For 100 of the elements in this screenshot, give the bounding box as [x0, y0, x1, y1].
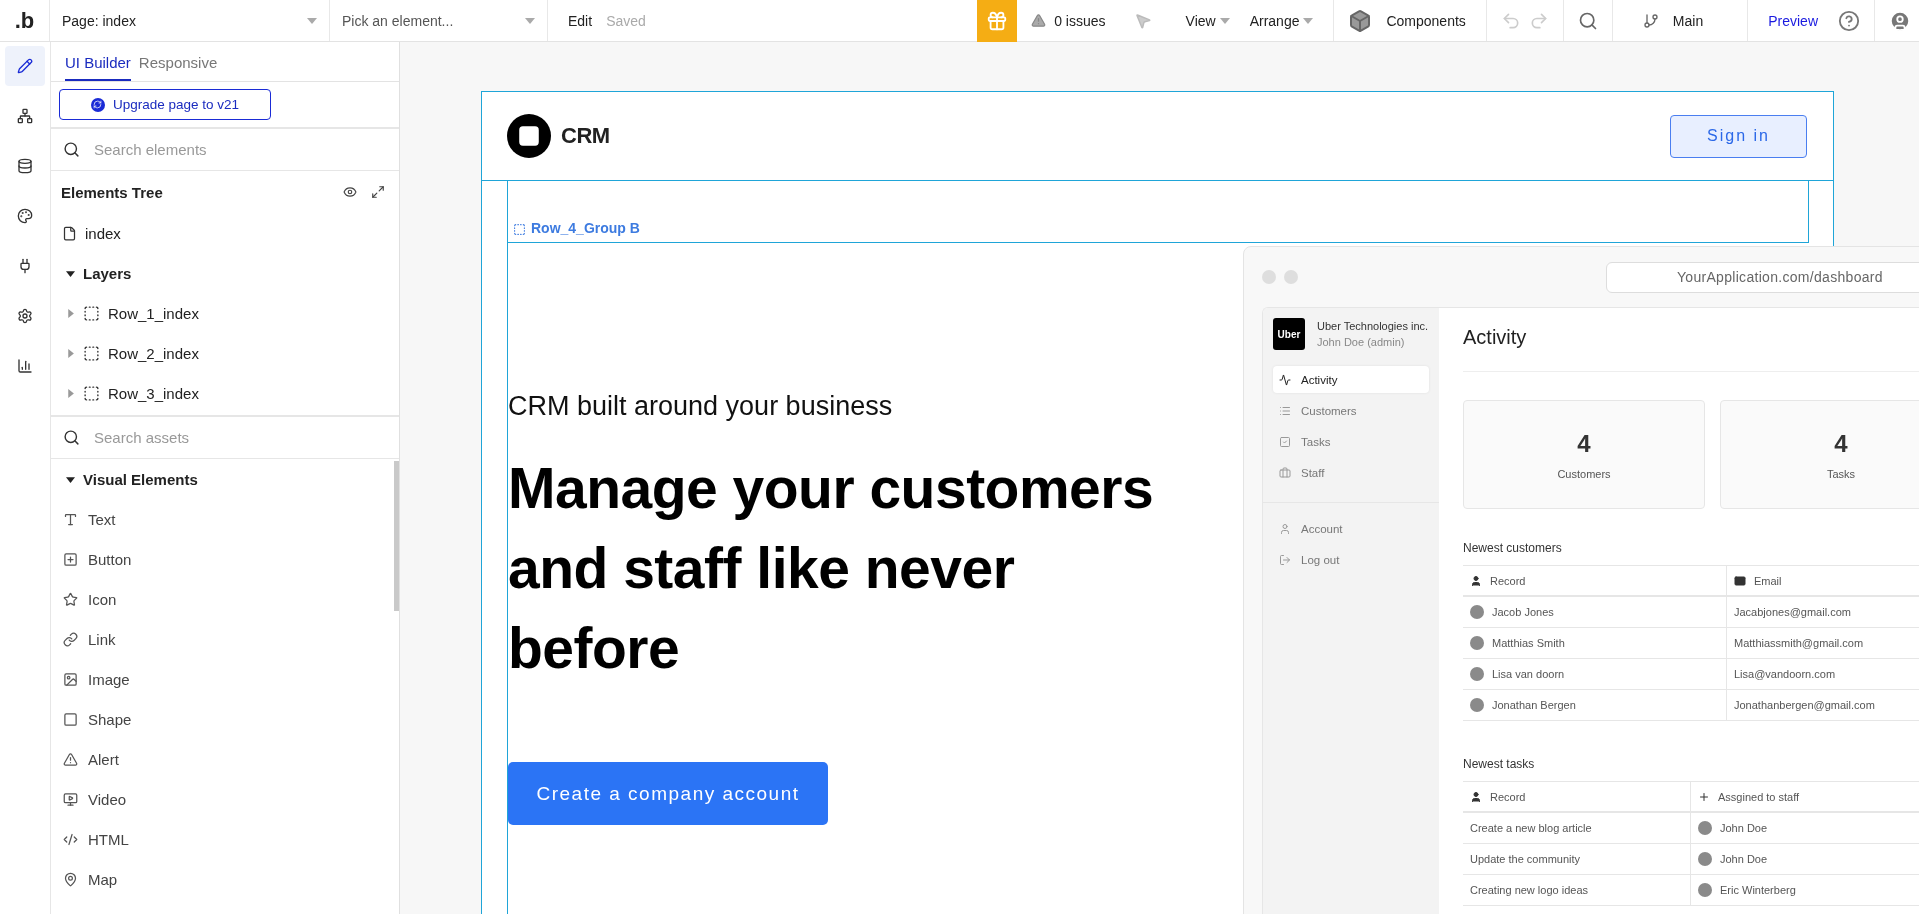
search-icon	[63, 429, 80, 446]
group-icon	[83, 384, 100, 402]
list-icon	[1279, 404, 1291, 417]
table-cell: Creating new logo ideas	[1463, 875, 1691, 906]
file-icon	[62, 225, 77, 241]
table-cell: John Doe	[1691, 813, 1919, 844]
search-assets-field[interactable]: Search assets	[92, 428, 387, 447]
caret-icon	[525, 17, 535, 24]
edit-button[interactable]: Edit	[562, 12, 599, 29]
plus-icon	[1698, 790, 1710, 803]
hero-eyebrow: CRM built around your business	[508, 391, 894, 422]
asset-item[interactable]: Text	[88, 510, 116, 528]
scrollbar-thumb[interactable]	[394, 461, 399, 611]
tree-item[interactable]: Row_2_index	[108, 344, 199, 362]
nav-item[interactable]: Tasks	[1273, 428, 1429, 455]
table-cell: Jonathan Bergen	[1463, 690, 1727, 721]
group-icon	[513, 223, 526, 236]
dashboard-title: Activity	[1463, 326, 1919, 372]
button-icon	[63, 551, 78, 567]
branch-button[interactable]: Main	[1666, 12, 1710, 29]
caret-icon[interactable]	[66, 268, 75, 278]
asset-item[interactable]: Video	[88, 790, 127, 808]
category-heading[interactable]: Visual Elements	[83, 470, 198, 488]
logout-icon	[1279, 553, 1291, 566]
company-logo: Uber	[1273, 318, 1305, 350]
caret-icon[interactable]	[66, 474, 75, 484]
search-icon	[63, 141, 80, 158]
window-dot	[1262, 270, 1276, 284]
column-header: Email	[1727, 566, 1919, 597]
stat-value: 4	[1834, 429, 1848, 458]
nav-item[interactable]: Account	[1273, 515, 1429, 542]
sign-in-button[interactable]: Sign in	[1670, 114, 1807, 158]
create-account-button[interactable]: Create a company account	[508, 762, 828, 825]
page-selector[interactable]: Page: index	[50, 0, 330, 41]
asset-item[interactable]: Image	[88, 670, 130, 688]
eye-icon[interactable]	[343, 185, 357, 199]
search-icon[interactable]	[1577, 10, 1598, 31]
upgrade-button[interactable]: Upgrade page to v21	[59, 89, 271, 120]
tree-item[interactable]: index	[85, 224, 121, 242]
search-elements-field[interactable]: Search elements	[92, 140, 387, 159]
window-dot	[1284, 270, 1298, 284]
column-header: Record	[1463, 566, 1727, 597]
element-picker[interactable]: Pick an element...	[330, 0, 548, 41]
square-icon	[63, 711, 78, 727]
panel-tab[interactable]: Responsive	[138, 54, 218, 81]
text-icon	[63, 511, 78, 527]
table-title: Newest customers	[1463, 541, 1563, 555]
code-icon	[63, 831, 78, 847]
asset-item[interactable]: HTML	[88, 830, 129, 848]
gift-icon	[986, 9, 1009, 32]
mail-icon	[1734, 574, 1746, 587]
person-icon	[1470, 790, 1482, 803]
asset-item[interactable]: Alert	[88, 750, 119, 768]
avatar	[1698, 852, 1712, 866]
table-cell: Lisa@vandoorn.com	[1727, 659, 1919, 690]
help-icon[interactable]	[1838, 9, 1860, 32]
asset-item[interactable]: Shape	[88, 710, 132, 728]
star-icon	[63, 591, 78, 607]
asset-item[interactable]: Map	[88, 870, 118, 888]
warning-icon	[63, 751, 78, 767]
tree-item[interactable]: Row_1_index	[108, 304, 199, 322]
table-cell: Matthiassmith@gmail.com	[1727, 628, 1919, 659]
preview-link[interactable]: Preview	[1762, 12, 1824, 29]
warning-icon	[1031, 13, 1047, 28]
table-cell: Jonathanbergen@gmail.com	[1727, 690, 1919, 721]
user-name: John Doe (admin)	[1317, 336, 1406, 348]
table-cell: Matthias Smith	[1463, 628, 1727, 659]
panel-tab[interactable]: UI Builder	[65, 54, 131, 81]
map-pin-icon	[63, 871, 78, 887]
tree-title: Elements Tree	[61, 183, 163, 201]
menu-button[interactable]: View	[1179, 12, 1236, 29]
user-icon	[1279, 522, 1291, 535]
refresh-icon	[90, 97, 105, 112]
save-status: Saved	[606, 12, 646, 29]
components-button[interactable]: Components	[1380, 12, 1472, 29]
avatar	[1698, 883, 1712, 897]
pencil-icon[interactable]	[5, 46, 45, 86]
tree-item[interactable]: Row_3_index	[108, 384, 199, 402]
avatar	[1470, 667, 1484, 681]
asset-item[interactable]: Icon	[88, 590, 117, 608]
branch-icon	[1642, 12, 1659, 29]
asset-item[interactable]: Link	[88, 630, 116, 648]
app-logo[interactable]: .b	[14, 7, 35, 34]
person-icon	[1470, 574, 1482, 587]
nav-item[interactable]: Staff	[1273, 459, 1429, 486]
nav-item[interactable]: Customers	[1273, 397, 1429, 424]
caret-icon	[1219, 17, 1230, 24]
menu-button[interactable]: Arrange	[1243, 12, 1320, 29]
nav-item[interactable]: Log out	[1273, 546, 1429, 573]
tree-item[interactable]: Layers	[83, 264, 132, 282]
group-label[interactable]: Row_4_Group B	[531, 220, 640, 236]
avatar	[1698, 821, 1712, 835]
asset-item[interactable]: Button	[88, 550, 132, 568]
nav-item[interactable]: Activity	[1273, 366, 1429, 393]
table-cell: John Doe	[1691, 844, 1919, 875]
expand-icon[interactable]	[371, 185, 385, 199]
checkbox-icon	[1279, 435, 1291, 448]
table-title: Newest tasks	[1463, 757, 1536, 771]
user-avatar-icon[interactable]	[1889, 9, 1911, 32]
column-header: Assgined to staff	[1691, 782, 1919, 813]
